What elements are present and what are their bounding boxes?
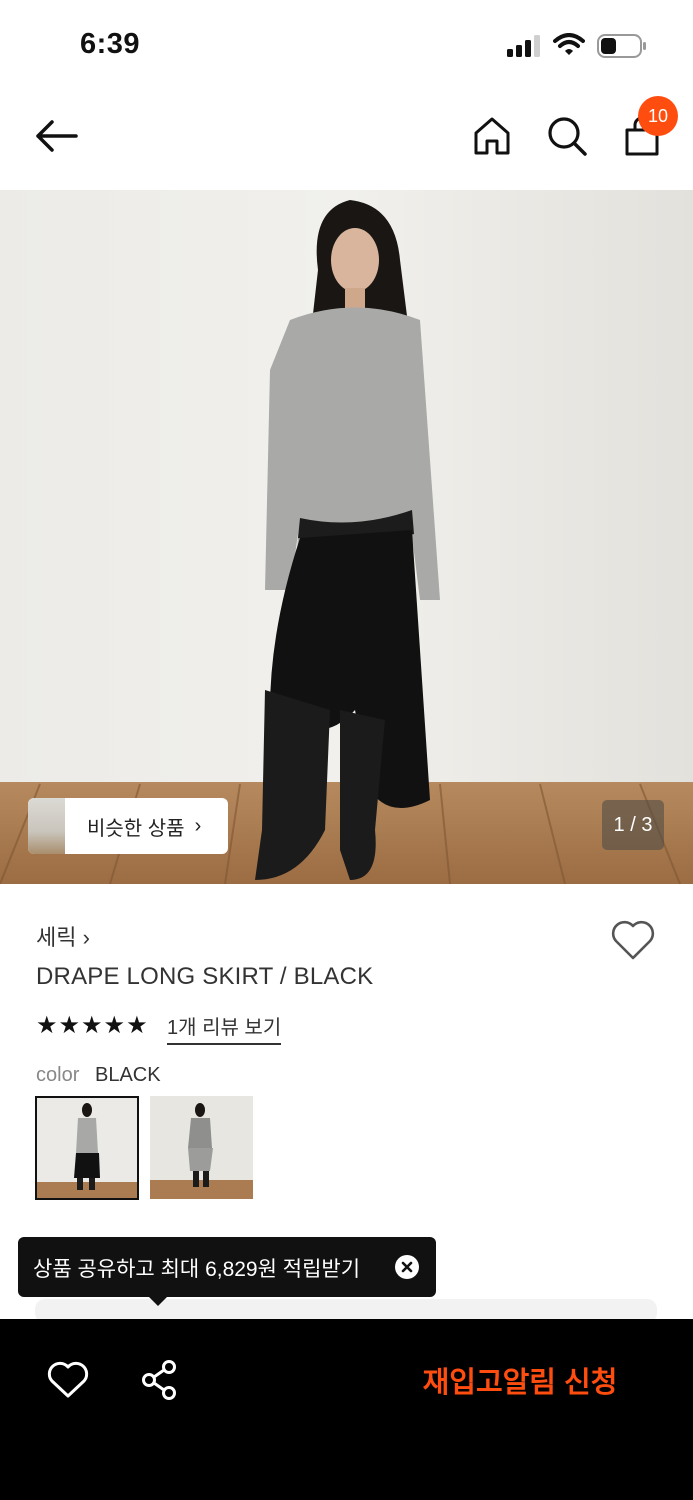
- color-swatch-selected[interactable]: [35, 1096, 139, 1200]
- product-photo: [0, 190, 693, 884]
- tooltip-arrow: [148, 1296, 168, 1306]
- image-page-counter: 1 / 3: [602, 800, 664, 850]
- back-button[interactable]: [30, 112, 82, 160]
- status-time: 6:39: [80, 28, 141, 60]
- similar-products-label: 비슷한 상품: [87, 817, 185, 840]
- bottom-wishlist-button[interactable]: [47, 1360, 89, 1400]
- swatch-thumbnail: [37, 1098, 137, 1198]
- signal-icon: [506, 35, 542, 62]
- chevron-right-icon: ›: [194, 814, 202, 837]
- bottom-action-bar: [0, 1319, 693, 1500]
- similar-products-chip[interactable]: 비슷한 상품 ›: [28, 798, 228, 854]
- share-tooltip-text: 상품 공유하고 최대 6,829원 적립받기: [33, 1258, 361, 1281]
- swatch-thumbnail: [150, 1096, 253, 1199]
- heart-icon: [611, 920, 655, 960]
- review-link[interactable]: 1개 리뷰 보기: [167, 1011, 282, 1045]
- wishlist-button[interactable]: [610, 918, 656, 962]
- share-icon: [142, 1360, 176, 1400]
- product-title: DRAPE LONG SKIRT / BLACK: [36, 963, 374, 990]
- color-swatch[interactable]: [150, 1096, 253, 1199]
- share-reward-tooltip: 상품 공유하고 최대 6,829원 적립받기: [18, 1237, 436, 1297]
- search-icon: [548, 117, 587, 156]
- battery-icon: [597, 34, 647, 63]
- home-icon: [474, 117, 510, 155]
- similar-products-thumbnail: [28, 798, 65, 854]
- home-button[interactable]: [470, 114, 514, 158]
- product-image-gallery[interactable]: 비슷한 상품 › 1 / 3: [0, 190, 693, 884]
- status-bar: 6:39: [0, 0, 693, 90]
- close-icon[interactable]: [395, 1255, 419, 1279]
- color-value: BLACK: [95, 1064, 161, 1086]
- cart-count-badge: 10: [638, 96, 678, 136]
- rating-stars: ★★★★★: [36, 1012, 149, 1039]
- share-button[interactable]: [139, 1358, 179, 1402]
- heart-icon: [47, 1361, 89, 1398]
- wifi-icon: [553, 33, 585, 62]
- brand-link[interactable]: 세릭 ›: [36, 920, 90, 952]
- back-arrow-icon: [36, 120, 78, 152]
- restock-alert-button[interactable]: 재입고알림 신청: [400, 1355, 640, 1405]
- color-label: color: [36, 1064, 80, 1086]
- search-button[interactable]: [545, 114, 589, 158]
